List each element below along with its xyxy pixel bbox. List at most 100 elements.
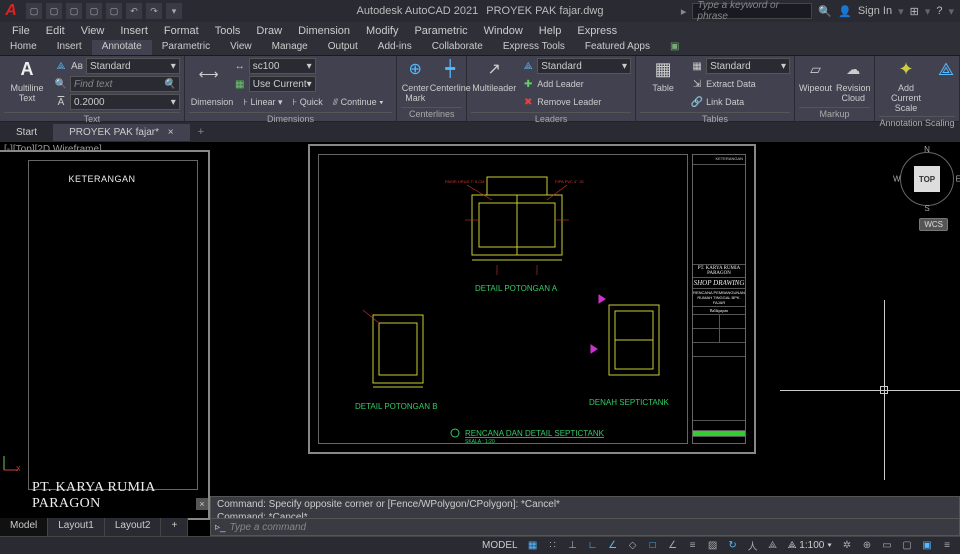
isolate-icon[interactable]: ▭ xyxy=(878,538,896,554)
keyword-search-input[interactable]: Type a keyword or phrase xyxy=(692,3,812,19)
text-style-dropdown[interactable]: Standard▾ xyxy=(86,58,180,74)
tab-close-icon[interactable]: × xyxy=(168,127,174,138)
wipeout-button[interactable]: ▱ Wipeout xyxy=(799,58,832,94)
tab-start[interactable]: Start xyxy=(0,124,53,141)
tab-collaborate[interactable]: Collaborate xyxy=(422,40,493,55)
multileader-button[interactable]: ↗ Multileader xyxy=(471,58,517,94)
dim-style-icon[interactable]: ↔ xyxy=(233,59,247,73)
workspace-icon[interactable]: ⊕ xyxy=(858,538,876,554)
continue-button[interactable]: ⫻ Continue ▾ xyxy=(333,97,384,108)
dim-layer-dropdown[interactable]: Use Current▾ xyxy=(249,76,316,92)
polar-toggle-icon[interactable]: ∠ xyxy=(604,538,622,554)
qat-plot-icon[interactable]: ▢ xyxy=(106,3,122,19)
menu-modify[interactable]: Modify xyxy=(358,23,406,39)
tab-annotate[interactable]: Annotate xyxy=(92,40,152,55)
qat-undo-icon[interactable]: ↶ xyxy=(126,3,142,19)
menu-view[interactable]: View xyxy=(73,23,113,39)
tab-insert[interactable]: Insert xyxy=(47,40,92,55)
tab-parametric[interactable]: Parametric xyxy=(152,40,220,55)
text-style-icon[interactable]: Aʙ xyxy=(70,59,84,73)
panel-dim-label[interactable]: Dimensions xyxy=(189,112,393,126)
tab-layout2[interactable]: Layout2 xyxy=(105,518,162,536)
tab-addins[interactable]: Add-ins xyxy=(368,40,422,55)
table-style-dropdown[interactable]: Standard▾ xyxy=(706,58,790,74)
table-button[interactable]: ▦ Table xyxy=(640,58,686,94)
hardware-icon[interactable]: ▢ xyxy=(898,538,916,554)
commandline-close-icon[interactable]: × xyxy=(196,498,208,510)
annomonitor-icon[interactable]: ⟁ xyxy=(764,538,782,554)
revision-cloud-button[interactable]: ☁ Revision Cloud xyxy=(836,58,871,104)
leader-style-dropdown[interactable]: Standard▾ xyxy=(537,58,631,74)
tab-view[interactable]: View xyxy=(220,40,262,55)
text-height-input[interactable]: 0.2000▾ xyxy=(70,94,180,110)
qat-more-icon[interactable]: ▾ xyxy=(166,3,182,19)
multiline-text-button[interactable]: A Multiline Text xyxy=(4,58,50,104)
command-line[interactable]: Command: Specify opposite corner or [Fen… xyxy=(210,496,960,536)
add-layout-button[interactable]: + xyxy=(161,518,188,536)
status-model[interactable]: MODEL xyxy=(478,540,522,551)
quick-button[interactable]: ⊦ Quick xyxy=(293,97,323,108)
find-text-input[interactable]: Find text🔍 xyxy=(70,76,180,92)
signin-button[interactable]: Sign In xyxy=(858,5,892,17)
qat-saveas-icon[interactable]: ▢ xyxy=(86,3,102,19)
menu-file[interactable]: File xyxy=(4,23,38,39)
gear-icon[interactable]: ✲ xyxy=(838,538,856,554)
menu-insert[interactable]: Insert xyxy=(112,23,156,39)
wcs-button[interactable]: WCS xyxy=(919,218,948,231)
menu-dimension[interactable]: Dimension xyxy=(290,23,358,39)
menu-parametric[interactable]: Parametric xyxy=(406,23,475,39)
dimension-button[interactable]: ⟷ xyxy=(189,63,229,87)
remove-leader-button[interactable]: Remove Leader xyxy=(537,97,601,107)
otrack-toggle-icon[interactable]: ∠ xyxy=(664,538,682,554)
tab-manage[interactable]: Manage xyxy=(262,40,318,55)
menu-format[interactable]: Format xyxy=(156,23,207,39)
help-icon[interactable]: ? xyxy=(936,5,942,17)
search-icon[interactable]: 🔍 xyxy=(818,5,832,18)
transparency-toggle-icon[interactable]: ▨ xyxy=(704,538,722,554)
customize-icon[interactable]: ≡ xyxy=(938,538,956,554)
tab-model[interactable]: Model xyxy=(0,518,48,536)
panel-leaders-label[interactable]: Leaders xyxy=(471,112,631,126)
ortho-toggle-icon[interactable]: ∟ xyxy=(584,538,602,554)
add-scale-button[interactable]: ✦ Add Current Scale xyxy=(879,58,933,114)
infer-toggle-icon[interactable]: ⊥ xyxy=(564,538,582,554)
tab-current-file[interactable]: PROYEK PAK fajar* × xyxy=(53,124,189,141)
qat-redo-icon[interactable]: ↷ xyxy=(146,3,162,19)
iso-toggle-icon[interactable]: ◇ xyxy=(624,538,642,554)
extract-data-button[interactable]: Extract Data xyxy=(706,79,756,89)
autodesk-app-icon[interactable]: ⊞ xyxy=(910,5,919,18)
lineweight-toggle-icon[interactable]: ≡ xyxy=(684,538,702,554)
viewcube[interactable]: N S E W TOP xyxy=(906,158,948,200)
add-leader-button[interactable]: Add Leader xyxy=(537,79,584,89)
menu-draw[interactable]: Draw xyxy=(248,23,290,39)
app-logo-icon[interactable]: A xyxy=(0,0,22,22)
panel-tables-label[interactable]: Tables xyxy=(640,112,790,126)
tab-featured-apps[interactable]: Featured Apps xyxy=(575,40,660,55)
grid-toggle-icon[interactable]: ▦ xyxy=(524,538,542,554)
snap-toggle-icon[interactable]: ∷ xyxy=(544,538,562,554)
dim-style-dropdown[interactable]: sc100▾ xyxy=(249,58,316,74)
menu-help[interactable]: Help xyxy=(531,23,570,39)
tab-express-tools[interactable]: Express Tools xyxy=(493,40,575,55)
menu-edit[interactable]: Edit xyxy=(38,23,73,39)
cycling-toggle-icon[interactable]: ↻ xyxy=(724,538,742,554)
link-data-button[interactable]: Link Data xyxy=(706,97,744,107)
osnap-toggle-icon[interactable]: □ xyxy=(644,538,662,554)
new-tab-button[interactable]: + xyxy=(190,123,212,141)
annotation-toggle-icon[interactable]: 人 xyxy=(744,538,762,554)
tab-extra-icon[interactable]: ▣ xyxy=(660,40,689,55)
scale-list-button[interactable]: ⟁ xyxy=(937,58,955,82)
viewcube-top[interactable]: TOP xyxy=(914,166,940,192)
cleanscreen-icon[interactable]: ▣ xyxy=(918,538,936,554)
dim-layer-icon[interactable]: ▦ xyxy=(233,77,247,91)
qat-new-icon[interactable]: ▢ xyxy=(26,3,42,19)
qat-open-icon[interactable]: ▢ xyxy=(46,3,62,19)
tab-layout1[interactable]: Layout1 xyxy=(48,518,105,536)
signin-icon[interactable]: 👤 xyxy=(838,5,852,18)
tab-home[interactable]: Home xyxy=(0,40,47,55)
center-mark-button[interactable]: ⊕ Center Mark xyxy=(401,58,429,104)
command-input[interactable]: Type a command xyxy=(230,522,307,533)
title-chevron-icon[interactable]: ▸ xyxy=(681,5,687,18)
menu-tools[interactable]: Tools xyxy=(207,23,249,39)
qat-save-icon[interactable]: ▢ xyxy=(66,3,82,19)
